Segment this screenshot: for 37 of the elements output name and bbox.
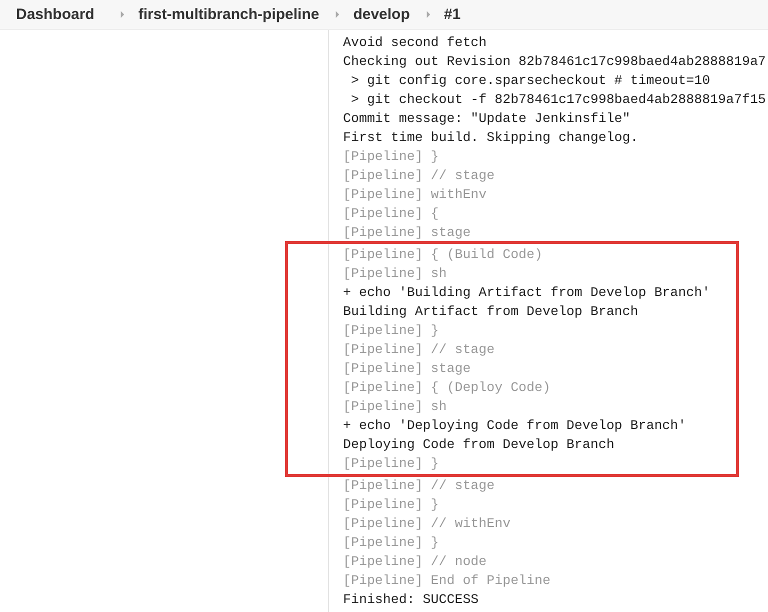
console-line: [Pipeline] sh (343, 398, 447, 416)
console-line: First time build. Skipping changelog. (343, 129, 638, 147)
console-line: [Pipeline] withEnv (343, 186, 487, 204)
console-line: > git checkout -f 82b78461c17c998baed4ab2888819a7f15 (350, 91, 766, 109)
chevron-icon (426, 10, 431, 19)
console-line: [Pipeline] sh (343, 265, 447, 283)
console-line: [Pipeline] // stage (343, 477, 495, 495)
console-line: [Pipeline] // stage (343, 167, 495, 185)
breadcrumb-link[interactable]: first-multibranch-pipeline (138, 6, 320, 23)
console-line: [Pipeline] } (343, 322, 439, 340)
console-line: [Pipeline] // node (343, 553, 487, 571)
console-line: [Pipeline] stage (343, 360, 471, 378)
breadcrumb-link[interactable]: Dashboard (16, 6, 94, 23)
chevron-icon (120, 10, 126, 19)
console-line: [Pipeline] { (Build Code) (343, 246, 542, 264)
console-line: > git config core.sparsecheckout # timeout=10 (350, 72, 710, 90)
console-line: + echo 'Deploying Code from Develop Branch' (343, 417, 686, 435)
console-line: Building Artifact from Develop Branch (343, 303, 638, 321)
chevron-icon (335, 10, 340, 19)
console-line: + echo 'Building Artifact from Develop Branch' (343, 284, 710, 302)
console-line: Checking out Revision 82b78461c17c998baed4ab2888819a7 (343, 53, 766, 71)
console-line: [Pipeline] } (343, 496, 439, 514)
breadcrumb-link[interactable]: #1 (444, 6, 461, 23)
breadcrumb-link[interactable]: develop (353, 6, 410, 23)
console-line: [Pipeline] { (Deploy Code) (343, 379, 550, 397)
console-line: Avoid second fetch (343, 34, 487, 52)
console-line: [Pipeline] // stage (343, 341, 495, 359)
console-line: [Pipeline] // withEnv (343, 515, 511, 533)
console-line: Deploying Code from Develop Branch (343, 436, 614, 454)
console-line: [Pipeline] { (343, 205, 439, 223)
console-line: [Pipeline] } (343, 148, 439, 166)
console-line: Finished: SUCCESS (343, 591, 479, 609)
console-line: [Pipeline] } (343, 534, 439, 552)
console-line: [Pipeline] } (343, 455, 439, 473)
console-line: Commit message: "Update Jenkinsfile" (343, 110, 630, 128)
console-line: [Pipeline] End of Pipeline (343, 572, 550, 590)
console-line: [Pipeline] stage (343, 224, 471, 242)
